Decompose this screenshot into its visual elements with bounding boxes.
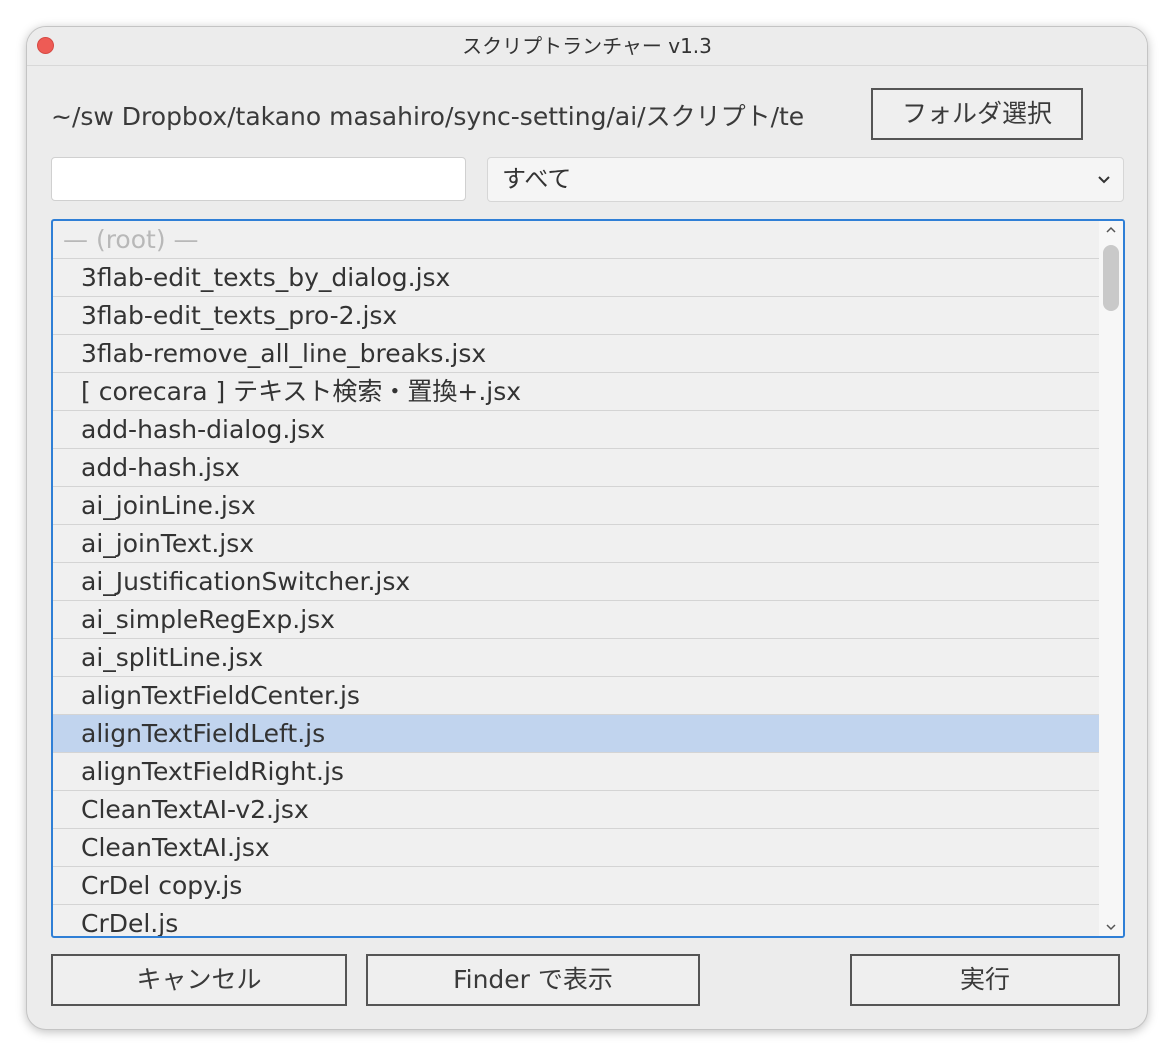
list-item[interactable]: alignTextFieldRight.js	[53, 753, 1099, 791]
scrollbar[interactable]	[1099, 221, 1123, 936]
list-item[interactable]: ai_JustificationSwitcher.jsx	[53, 563, 1099, 601]
list-item[interactable]: [ corecara ] テキスト検索・置換+.jsx	[53, 373, 1099, 411]
list-item[interactable]: 3flab-remove_all_line_breaks.jsx	[53, 335, 1099, 373]
category-select[interactable]: すべて	[487, 157, 1124, 202]
list-item[interactable]: 3flab-edit_texts_pro-2.jsx	[53, 297, 1099, 335]
list-item[interactable]: CleanTextAI-v2.jsx	[53, 791, 1099, 829]
list-item[interactable]: CrDel copy.js	[53, 867, 1099, 905]
list-item[interactable]: ai_joinLine.jsx	[53, 487, 1099, 525]
select-folder-button[interactable]: フォルダ選択	[871, 88, 1083, 140]
chevron-up-icon[interactable]	[1104, 223, 1118, 237]
script-list[interactable]: — (root) — 3flab-edit_texts_by_dialog.js…	[51, 219, 1125, 938]
chevron-down-icon[interactable]	[1104, 920, 1118, 934]
script-list-items: — (root) — 3flab-edit_texts_by_dialog.js…	[53, 221, 1099, 936]
list-item[interactable]: ai_simpleRegExp.jsx	[53, 601, 1099, 639]
scrollbar-thumb[interactable]	[1103, 245, 1119, 311]
list-item[interactable]: add-hash.jsx	[53, 449, 1099, 487]
list-item-root: — (root) —	[53, 221, 1099, 259]
launcher-window: スクリプトランチャー v1.3 ~/sw Dropbox/takano masa…	[26, 26, 1148, 1030]
folder-path-label: ~/sw Dropbox/takano masahiro/sync-settin…	[51, 102, 805, 131]
run-button[interactable]: 実行	[850, 954, 1120, 1006]
list-item[interactable]: ai_joinText.jsx	[53, 525, 1099, 563]
show-in-finder-button[interactable]: Finder で表示	[366, 954, 700, 1006]
list-item[interactable]: CleanTextAI.jsx	[53, 829, 1099, 867]
list-item[interactable]: ai_splitLine.jsx	[53, 639, 1099, 677]
category-select-value: すべて	[502, 165, 572, 193]
title-bar: スクリプトランチャー v1.3	[27, 27, 1147, 66]
list-item[interactable]: alignTextFieldCenter.js	[53, 677, 1099, 715]
close-window-button[interactable]	[37, 37, 54, 54]
list-item[interactable]: add-hash-dialog.jsx	[53, 411, 1099, 449]
search-input[interactable]	[51, 157, 466, 201]
list-item[interactable]: 3flab-edit_texts_by_dialog.jsx	[53, 259, 1099, 297]
window-title: スクリプトランチャー v1.3	[462, 34, 712, 58]
list-item-selected[interactable]: alignTextFieldLeft.js	[53, 715, 1099, 753]
list-item[interactable]: CrDel.js	[53, 905, 1099, 936]
chevron-down-icon	[1098, 176, 1110, 184]
cancel-button[interactable]: キャンセル	[51, 954, 347, 1006]
